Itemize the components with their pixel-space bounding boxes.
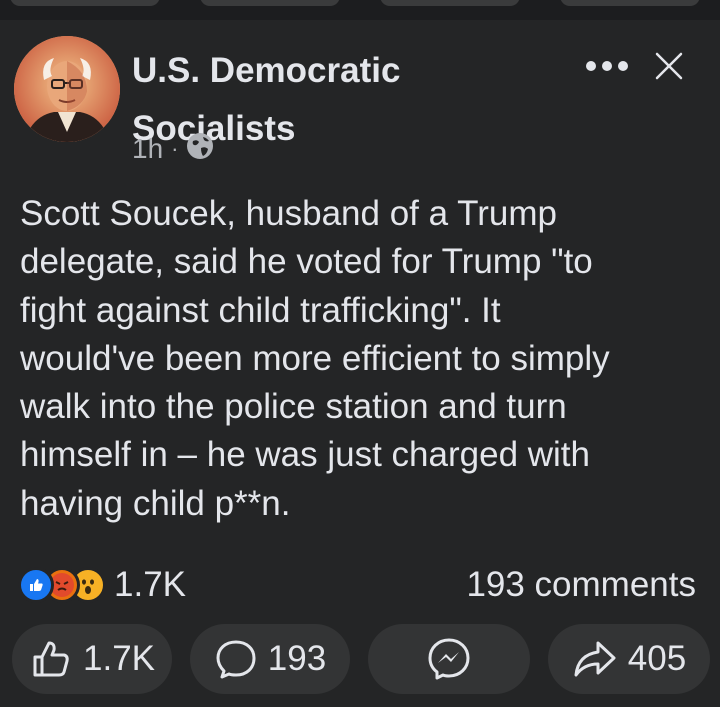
like-count: 1.7K: [83, 639, 155, 678]
comment-button[interactable]: 193: [190, 624, 350, 694]
comment-bubble-icon: [216, 640, 256, 679]
messenger-icon: [428, 638, 470, 680]
post-timestamp[interactable]: 1h: [132, 133, 163, 165]
like-button[interactable]: 1.7K: [12, 624, 172, 694]
top-tab[interactable]: [380, 0, 520, 6]
more-dots-icon: [586, 61, 628, 71]
comment-count: 193: [267, 639, 327, 678]
more-options-button[interactable]: [582, 46, 632, 86]
post-meta: 1h ·: [132, 132, 214, 167]
top-navigation-strip: [0, 0, 720, 20]
avatar-portrait-image: [14, 36, 120, 142]
comments-count-link[interactable]: 193 comments: [466, 562, 696, 608]
top-tab[interactable]: [10, 0, 160, 6]
top-tab[interactable]: [200, 0, 340, 6]
share-arrow-icon: [574, 641, 616, 677]
like-icon: [18, 567, 54, 603]
meta-separator: ·: [171, 136, 179, 161]
reaction-count: 1.7K: [114, 565, 186, 604]
share-button[interactable]: 405: [548, 624, 710, 694]
close-icon: [655, 52, 683, 80]
post-body-text: Scott Soucek, husband of a Trump delegat…: [20, 194, 610, 523]
globe-icon: [186, 132, 214, 167]
send-messenger-button[interactable]: [368, 624, 530, 694]
reaction-summary[interactable]: 1.7K: [18, 562, 186, 608]
thumbs-up-icon: [33, 641, 69, 677]
page-avatar[interactable]: [14, 36, 120, 142]
top-tab[interactable]: [560, 0, 700, 6]
share-count: 405: [627, 639, 687, 678]
hide-post-button[interactable]: [644, 46, 694, 86]
